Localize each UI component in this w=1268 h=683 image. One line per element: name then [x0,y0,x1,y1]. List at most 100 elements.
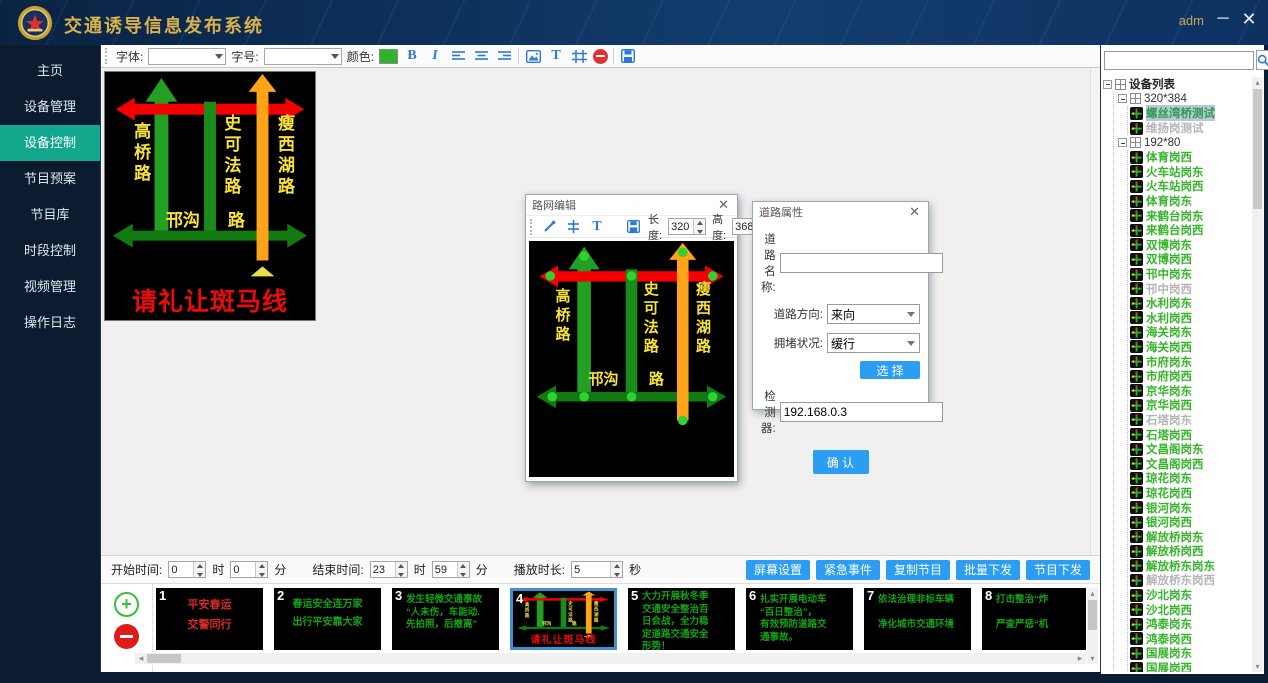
device-group-320x384[interactable]: 320*384 [1118,92,1251,107]
device-tree-item[interactable]: 解放桥东岗东 [1130,559,1251,574]
scroll-up-icon[interactable]: ▴ [1087,588,1098,599]
spin-up-icon[interactable] [256,562,267,570]
device-tree-item[interactable]: 火车站岗东 [1130,165,1251,180]
playlist-horizontal-scrollbar[interactable]: ◂ ▸ [135,653,1086,664]
device-tree-item[interactable]: 银河岗西 [1130,515,1251,530]
device-tree-item[interactable]: 国展岗东 [1130,646,1251,661]
device-tree-item[interactable]: 邗中岗西 [1130,281,1251,296]
scroll-down-icon[interactable]: ▾ [1252,661,1263,672]
spin-up-icon[interactable] [194,562,205,570]
toolbar-grip[interactable] [105,48,109,64]
program-preview-panel[interactable]: 高桥路 史可法路 瘦西湖路 邗沟 路 请礼让斑马线 [104,71,316,321]
spin-down-icon[interactable] [256,570,267,578]
congestion-select[interactable]: 缓行 [827,333,920,353]
scroll-left-icon[interactable]: ◂ [135,653,147,664]
device-search-input[interactable] [1104,51,1254,70]
scroll-up-icon[interactable]: ▴ [1252,77,1263,88]
device-group-192x80[interactable]: 192*80 [1118,135,1251,150]
device-tree-item[interactable]: 来鹤台岗东 [1130,208,1251,223]
device-tree-item[interactable]: 来鹤台岗西 [1130,223,1251,238]
align-left-button[interactable] [449,47,467,65]
start-hour-spinner[interactable]: 0 [168,561,206,578]
font-size-combobox[interactable] [264,48,342,65]
add-program-button[interactable]: + [114,592,139,617]
scroll-right-icon[interactable]: ▸ [1074,653,1086,664]
program-thumbnail-6[interactable]: 6 扎实开展电动车 “百日整治”， 有效预防道路交 通事故。 [746,588,853,650]
dialog-close-icon[interactable]: ✕ [907,204,922,220]
color-swatch[interactable] [379,49,398,64]
draw-road-button[interactable] [540,218,558,236]
delete-button[interactable] [593,49,608,64]
start-minute-spinner[interactable]: 0 [230,561,268,578]
playlist-vertical-scrollbar[interactable]: ▴ ▾ [1087,588,1098,664]
play-duration-spinner[interactable]: 5 [571,561,623,578]
dialog-titlebar[interactable]: 道路属性 ✕ [753,202,928,222]
toolbar-grip[interactable] [530,219,532,235]
road-name-field[interactable] [780,253,943,273]
device-tree-item[interactable]: 市府岗东 [1130,354,1251,369]
spin-up-icon[interactable] [396,562,407,570]
device-tree-item[interactable]: 火车站岗西 [1130,179,1251,194]
length-spinner[interactable]: 320 [668,218,706,235]
device-tree-root[interactable]: 设备列表 [1103,77,1251,92]
program-thumbnail-2[interactable]: 2 春运安全连万家 出行平安靠大家 [274,588,381,650]
program-thumbnail-7[interactable]: 7 依法治理非标车辆 净化城市交通环境 [864,588,971,650]
device-tree-item[interactable]: 海关岗东 [1130,325,1251,340]
device-tree-item[interactable]: 文昌阁岗西 [1130,456,1251,471]
device-tree-item[interactable]: 京华岗东 [1130,383,1251,398]
remove-program-button[interactable] [114,624,139,649]
device-tree-item[interactable]: 琼花岗东 [1130,471,1251,486]
device-tree-item[interactable]: 维扬岗测试 [1130,121,1251,136]
device-tree-item[interactable]: 市府岗西 [1130,369,1251,384]
scrollbar-thumb[interactable] [147,654,181,663]
device-tree-item[interactable]: 京华岗西 [1130,398,1251,413]
device-tree-item[interactable]: 鸿泰岗东 [1130,617,1251,632]
spin-down-icon[interactable] [694,227,705,235]
bold-button[interactable]: B [403,47,421,65]
device-tree-item[interactable]: 沙北岗东 [1130,588,1251,603]
device-tree-item[interactable]: 海关岗西 [1130,340,1251,355]
editor-window-titlebar[interactable]: 路网编辑 ✕ [526,195,737,215]
sidebar-item-program-plan[interactable]: 节目预案 [0,161,100,197]
program-thumbnail-3[interactable]: 3 发生轻微交通事故 “人未伤，车能动. 先拍照，后撤离” [392,588,499,650]
end-hour-spinner[interactable]: 23 [370,561,408,578]
spin-up-icon[interactable] [694,219,705,227]
save-button[interactable] [619,47,637,65]
device-tree-item[interactable]: 石塔岗西 [1130,427,1251,442]
screen-settings-button[interactable]: 屏幕设置 [746,560,810,580]
align-center-button[interactable] [472,47,490,65]
spin-up-icon[interactable] [458,562,469,570]
copy-program-button[interactable]: 复制节目 [886,560,950,580]
device-tree-item[interactable]: 银河岗东 [1130,500,1251,515]
send-program-button[interactable]: 节目下发 [1026,560,1090,580]
spin-down-icon[interactable] [458,570,469,578]
device-tree-scrollbar[interactable]: ▴ ▾ [1252,77,1263,672]
program-thumbnail-1[interactable]: 1 平安春运 交警同行 [156,588,263,650]
device-tree-item[interactable]: 体育岗东 [1130,194,1251,209]
batch-send-button[interactable]: 批量下发 [956,560,1020,580]
device-tree-item[interactable]: 石塔岗东 [1130,413,1251,428]
spin-down-icon[interactable] [194,570,205,578]
device-tree-item[interactable]: 邗中岗东 [1130,267,1251,282]
scrollbar-thumb[interactable] [1088,600,1097,630]
device-tree-item[interactable]: 双博岗西 [1130,252,1251,267]
program-thumbnail-4[interactable]: 高桥路 史可法路 瘦西湖路 邗沟 路 请礼让斑马线 4 [510,588,617,650]
road-network-edit-canvas[interactable]: 高桥路 史可法路 瘦西湖路 邗沟 路 请礼让斑马线 [529,241,734,477]
road-network-button[interactable] [570,47,588,65]
align-right-button[interactable] [495,47,513,65]
spin-down-icon[interactable] [396,570,407,578]
collapse-icon[interactable] [1118,138,1127,147]
device-tree-item[interactable]: 水利岗西 [1130,311,1251,326]
device-search-button[interactable] [1256,50,1268,70]
sidebar-item-timeslot-control[interactable]: 时段控制 [0,233,100,269]
collapse-icon[interactable] [1118,94,1127,103]
device-tree-item[interactable]: 螺丝湾桥测试 [1130,106,1251,121]
insert-image-button[interactable] [524,47,542,65]
sidebar-item-device-control[interactable]: 设备控制 [0,125,100,161]
spin-down-icon[interactable] [611,570,622,578]
device-tree-item[interactable]: 体育岗西 [1130,150,1251,165]
sidebar-item-program-library[interactable]: 节目库 [0,197,100,233]
editor-text-button[interactable]: T [588,218,606,236]
scroll-down-icon[interactable]: ▾ [1087,653,1098,664]
end-minute-spinner[interactable]: 59 [432,561,470,578]
